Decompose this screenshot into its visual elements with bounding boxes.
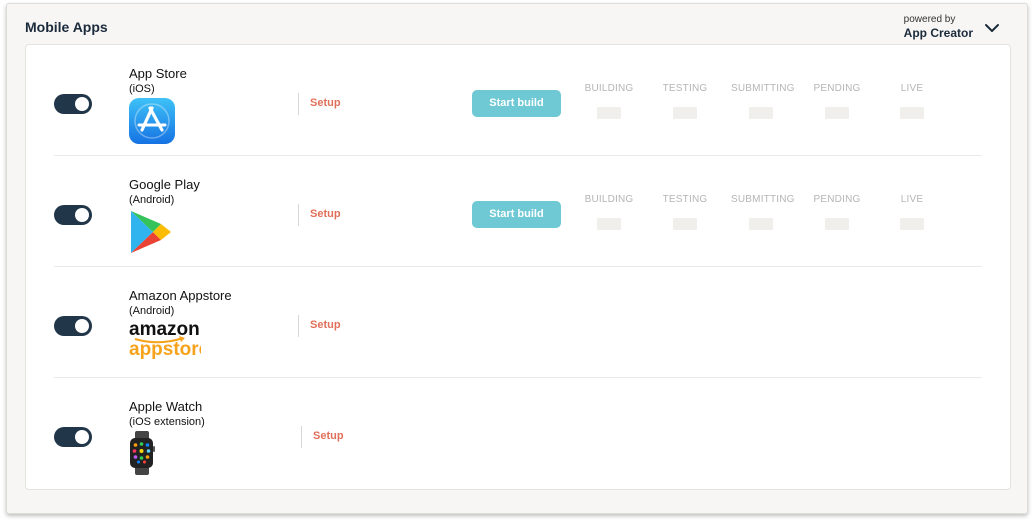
app-name: Google Play [129, 177, 200, 192]
stage-label: LIVE [900, 83, 924, 94]
stage-testing: TESTING [655, 194, 715, 230]
app-name: Amazon Appstore [129, 288, 232, 303]
setup-link[interactable]: Setup [310, 208, 341, 220]
stage-building: BUILDING [579, 83, 639, 119]
powered-by-label: powered by [903, 14, 956, 25]
app-name: App Store [129, 66, 187, 81]
stage-indicator [900, 107, 924, 119]
stage-submitting: SUBMITTING [731, 83, 795, 119]
stage-indicator [673, 107, 697, 119]
stage-indicator [825, 107, 849, 119]
stage-label: SUBMITTING [731, 194, 795, 205]
app-platform: (Android) [129, 194, 175, 206]
chevron-down-icon[interactable] [983, 21, 1001, 35]
enable-toggle[interactable] [54, 205, 92, 225]
app-platform: (iOS) [129, 83, 155, 95]
stage-label: TESTING [662, 83, 708, 94]
divider [298, 315, 299, 337]
app-row-google-play: Google Play (Android) Setup Start build … [26, 156, 1010, 267]
toggle-knob [75, 208, 89, 222]
amazon-logo-text: amazon [129, 320, 200, 340]
mobile-apps-panel: Mobile Apps powered by App Creator App S… [6, 3, 1028, 514]
divider [298, 93, 299, 115]
stage-live: LIVE [882, 83, 942, 119]
divider [298, 204, 299, 226]
stage-pending: PENDING [807, 194, 867, 230]
section-title: Mobile Apps [25, 19, 108, 35]
app-row-amazon-appstore: Amazon Appstore (Android) amazon appstor… [26, 267, 1010, 378]
enable-toggle[interactable] [54, 427, 92, 447]
apps-list: App Store (iOS) Setup Start build BUILDI… [25, 44, 1011, 490]
enable-toggle[interactable] [54, 316, 92, 336]
app-name: Apple Watch [129, 399, 203, 414]
setup-link[interactable]: Setup [310, 97, 341, 109]
stage-indicator [597, 107, 621, 119]
enable-toggle[interactable] [54, 94, 92, 114]
stage-label: TESTING [662, 194, 708, 205]
start-build-button[interactable]: Start build [472, 90, 561, 117]
stage-testing: TESTING [655, 83, 715, 119]
app-row-app-store: App Store (iOS) Setup Start build BUILDI… [26, 45, 1010, 156]
app-platform: (iOS extension) [129, 416, 205, 428]
stage-label: LIVE [900, 194, 924, 205]
google-play-icon [131, 211, 171, 253]
app-platform: (Android) [129, 305, 175, 317]
stage-label: PENDING [813, 194, 861, 205]
stage-indicator [597, 218, 621, 230]
stage-label: PENDING [813, 83, 861, 94]
start-build-button[interactable]: Start build [472, 201, 561, 228]
apple-watch-icon [130, 431, 155, 475]
stage-label: SUBMITTING [731, 83, 795, 94]
setup-link[interactable]: Setup [313, 430, 344, 442]
stage-label: BUILDING [584, 83, 634, 94]
toggle-knob [75, 430, 89, 444]
stage-indicator [749, 218, 773, 230]
amazon-appstore-logo: amazon appstore [129, 320, 201, 360]
stage-indicator [900, 218, 924, 230]
toggle-knob [75, 97, 89, 111]
appstore-logo-text: appstore [129, 339, 201, 360]
stage-live: LIVE [882, 194, 942, 230]
app-row-apple-watch: Apple Watch (iOS extension) Setup [26, 378, 1010, 489]
brand-name: App Creator [903, 26, 973, 40]
stage-indicator [673, 218, 697, 230]
stage-indicator [825, 218, 849, 230]
stage-label: BUILDING [584, 194, 634, 205]
stage-submitting: SUBMITTING [731, 194, 795, 230]
stage-building: BUILDING [579, 194, 639, 230]
divider [301, 426, 302, 448]
app-store-icon [129, 98, 175, 144]
stage-pending: PENDING [807, 83, 867, 119]
setup-link[interactable]: Setup [310, 319, 341, 331]
stage-indicator [749, 107, 773, 119]
powered-by: powered by App Creator [904, 14, 973, 40]
toggle-knob [75, 319, 89, 333]
